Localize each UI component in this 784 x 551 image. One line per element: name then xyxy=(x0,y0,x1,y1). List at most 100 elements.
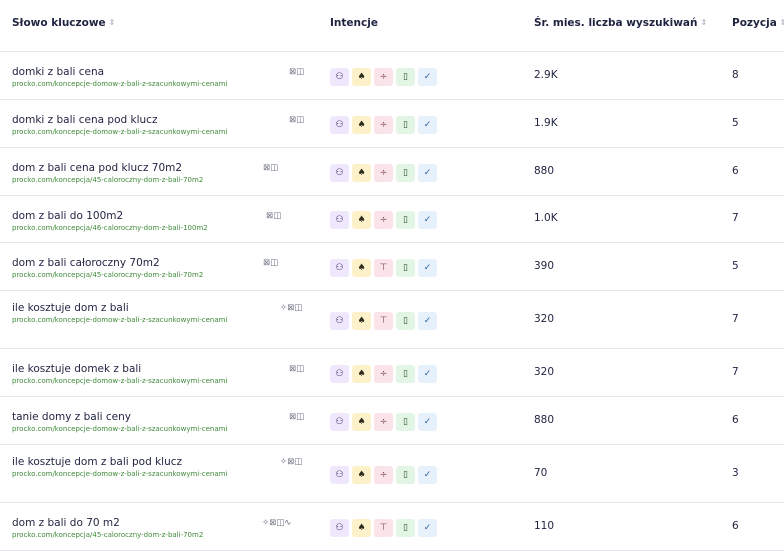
phone-icon[interactable]: ▯ xyxy=(396,116,415,134)
tree-icon[interactable]: ♠ xyxy=(352,312,371,330)
person-search-icon[interactable]: ⚇ xyxy=(330,519,349,537)
person-search-icon[interactable]: ⚇ xyxy=(330,164,349,182)
ranking-url[interactable]: procko.com/koncepcja/45-caloroczny-dom-z… xyxy=(12,271,244,280)
keyword-link[interactable]: dom z bali do 100m2 xyxy=(12,210,123,222)
keyword-link[interactable]: dom z bali cena pod klucz 70m2 xyxy=(12,162,182,174)
divide-icon[interactable]: ÷ xyxy=(374,164,393,182)
tree-icon[interactable]: ♠ xyxy=(352,164,371,182)
keyword-link[interactable]: ile kosztuje dom z bali xyxy=(12,302,129,314)
double-check-icon[interactable]: ✓ xyxy=(418,365,437,383)
position-value: 6 xyxy=(732,414,739,426)
table-row[interactable]: dom z bali do 70 m2 procko.com/koncepcja/… xyxy=(0,503,784,551)
keyword-link[interactable]: tanie domy z bali ceny xyxy=(12,411,131,423)
table-row[interactable]: dom z bali całoroczny 70m2 procko.com/kon… xyxy=(0,243,784,291)
double-check-icon[interactable]: ✓ xyxy=(418,519,437,537)
divide-icon[interactable]: ÷ xyxy=(374,413,393,431)
double-check-icon[interactable]: ✓ xyxy=(418,164,437,182)
serp-features-icons[interactable]: ✧⊠◫∿ xyxy=(262,518,291,528)
table-row[interactable]: domki z bali cena pod klucz procko.com/ko… xyxy=(0,100,784,148)
tree-icon[interactable]: ♠ xyxy=(352,211,371,229)
header-volume[interactable]: Śr. mies. liczba wyszukiwań ⇕ xyxy=(534,17,707,29)
divide-icon[interactable]: ÷ xyxy=(374,466,393,484)
phone-icon[interactable]: ▯ xyxy=(396,413,415,431)
keyword-link[interactable]: dom z bali do 70 m2 xyxy=(12,517,120,529)
phone-icon[interactable]: ▯ xyxy=(396,312,415,330)
sort-icon[interactable]: ⇕ xyxy=(109,18,116,27)
double-check-icon[interactable]: ✓ xyxy=(418,466,437,484)
serp-features-icons[interactable]: ⊠◫ xyxy=(289,67,304,77)
double-check-icon[interactable]: ✓ xyxy=(418,116,437,134)
serp-features-icons[interactable]: ⊠◫ xyxy=(263,258,278,268)
person-search-icon[interactable]: ⚇ xyxy=(330,312,349,330)
person-search-icon[interactable]: ⚇ xyxy=(330,68,349,86)
divide-icon[interactable]: ÷ xyxy=(374,211,393,229)
tree-icon[interactable]: ♠ xyxy=(352,365,371,383)
tree-icon[interactable]: ♠ xyxy=(352,519,371,537)
divide-icon[interactable]: ÷ xyxy=(374,365,393,383)
table-row[interactable]: domki z bali cena procko.com/koncepcje-do… xyxy=(0,52,784,100)
double-check-icon[interactable]: ✓ xyxy=(418,259,437,277)
search-volume: 70 xyxy=(534,467,548,479)
keyword-link[interactable]: domki z bali cena pod klucz xyxy=(12,114,157,126)
person-search-icon[interactable]: ⚇ xyxy=(330,466,349,484)
phone-icon[interactable]: ▯ xyxy=(396,164,415,182)
serp-features-icons[interactable]: ⊠◫ xyxy=(266,211,281,221)
ranking-url[interactable]: procko.com/koncepcje-domow-z-bali-z-szac… xyxy=(12,377,244,386)
table-row[interactable]: ile kosztuje dom z bali procko.com/koncep… xyxy=(0,291,784,349)
table-row[interactable]: ile kosztuje dom z bali pod klucz procko.… xyxy=(0,445,784,503)
serp-features-icons[interactable]: ✧⊠◫ xyxy=(280,303,302,313)
ranking-url[interactable]: procko.com/koncepcja/46-caloroczny-dom-z… xyxy=(12,224,244,233)
keyword-link[interactable]: dom z bali całoroczny 70m2 xyxy=(12,257,160,269)
header-intent: Intencje xyxy=(330,17,378,29)
person-search-icon[interactable]: ⚇ xyxy=(330,116,349,134)
person-search-icon[interactable]: ⚇ xyxy=(330,259,349,277)
divide-icon[interactable]: ⊤ xyxy=(374,519,393,537)
phone-icon[interactable]: ▯ xyxy=(396,466,415,484)
serp-features-icons[interactable]: ⊠◫ xyxy=(289,115,304,125)
phone-icon[interactable]: ▯ xyxy=(396,259,415,277)
tree-icon[interactable]: ♠ xyxy=(352,413,371,431)
header-position[interactable]: Pozycja ⇕ xyxy=(732,17,784,29)
ranking-url[interactable]: procko.com/koncepcje-domow-z-bali-z-szac… xyxy=(12,425,244,434)
phone-icon[interactable]: ▯ xyxy=(396,211,415,229)
person-search-icon[interactable]: ⚇ xyxy=(330,211,349,229)
header-volume-label: Śr. mies. liczba wyszukiwań xyxy=(534,17,698,29)
sort-icon[interactable]: ⇕ xyxy=(700,18,707,27)
table-row[interactable]: tanie domy z bali ceny procko.com/koncepc… xyxy=(0,397,784,445)
serp-features-icons[interactable]: ✧⊠◫ xyxy=(280,457,302,467)
divide-icon[interactable]: ⊤ xyxy=(374,312,393,330)
serp-features-icons[interactable]: ⊠◫ xyxy=(289,412,304,422)
tree-icon[interactable]: ♠ xyxy=(352,466,371,484)
ranking-url[interactable]: procko.com/koncepcje-domow-z-bali-z-szac… xyxy=(12,80,244,89)
header-keyword[interactable]: Słowo kluczowe ⇕ xyxy=(12,17,115,29)
phone-icon[interactable]: ▯ xyxy=(396,519,415,537)
table-row[interactable]: ile kosztuje domek z bali procko.com/konc… xyxy=(0,349,784,397)
serp-features-icons[interactable]: ⊠◫ xyxy=(263,163,278,173)
tree-icon[interactable]: ♠ xyxy=(352,68,371,86)
person-search-icon[interactable]: ⚇ xyxy=(330,413,349,431)
divide-icon[interactable]: ⊤ xyxy=(374,259,393,277)
double-check-icon[interactable]: ✓ xyxy=(418,312,437,330)
keyword-link[interactable]: ile kosztuje dom z bali pod klucz xyxy=(12,456,182,468)
sort-icon[interactable]: ⇕ xyxy=(780,18,784,27)
double-check-icon[interactable]: ✓ xyxy=(418,68,437,86)
phone-icon[interactable]: ▯ xyxy=(396,68,415,86)
ranking-url[interactable]: procko.com/koncepcje-domow-z-bali-z-szac… xyxy=(12,316,244,325)
serp-features-icons[interactable]: ⊠◫ xyxy=(289,364,304,374)
person-search-icon[interactable]: ⚇ xyxy=(330,365,349,383)
tree-icon[interactable]: ♠ xyxy=(352,116,371,134)
ranking-url[interactable]: procko.com/koncepcja/45-caloroczny-dom-z… xyxy=(12,531,244,540)
tree-icon[interactable]: ♠ xyxy=(352,259,371,277)
phone-icon[interactable]: ▯ xyxy=(396,365,415,383)
double-check-icon[interactable]: ✓ xyxy=(418,211,437,229)
divide-icon[interactable]: ÷ xyxy=(374,116,393,134)
keyword-link[interactable]: domki z bali cena xyxy=(12,66,104,78)
table-row[interactable]: dom z bali do 100m2 procko.com/koncepcja/… xyxy=(0,196,784,243)
divide-icon[interactable]: ÷ xyxy=(374,68,393,86)
ranking-url[interactable]: procko.com/koncepcja/45-caloroczny-dom-z… xyxy=(12,176,244,185)
table-row[interactable]: dom z bali cena pod klucz 70m2 procko.com… xyxy=(0,148,784,196)
ranking-url[interactable]: procko.com/koncepcje-domow-z-bali-z-szac… xyxy=(12,128,244,137)
ranking-url[interactable]: procko.com/koncepcje-domow-z-bali-z-szac… xyxy=(12,470,244,479)
double-check-icon[interactable]: ✓ xyxy=(418,413,437,431)
keyword-link[interactable]: ile kosztuje domek z bali xyxy=(12,363,141,375)
